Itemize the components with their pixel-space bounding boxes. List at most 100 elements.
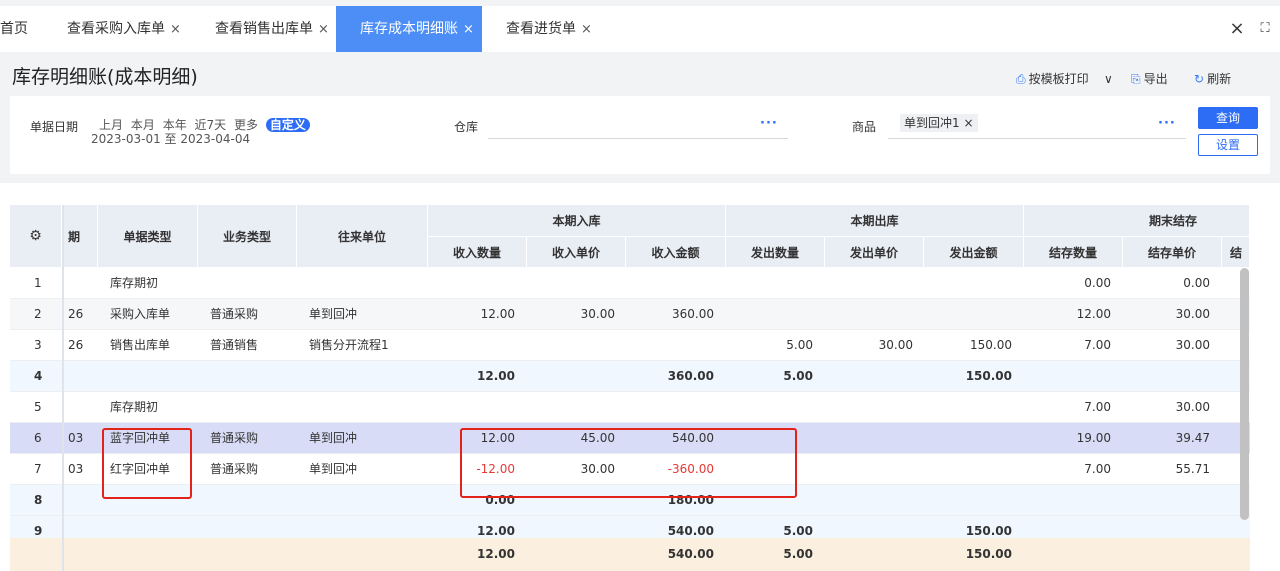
date-range-value[interactable]: 2023-03-01 至 2023-04-04 xyxy=(91,130,250,147)
cell-end-qty: 19.00 xyxy=(1076,431,1111,445)
cell-out-price xyxy=(825,423,913,453)
warehouse-more-icon[interactable]: ··· xyxy=(760,116,778,131)
col-in-amount: 收入金额 xyxy=(626,237,726,268)
cell-doc-type: 销售出库单 xyxy=(110,338,171,352)
cell-out-amount xyxy=(924,423,1012,453)
export-icon: ⎘ xyxy=(1131,72,1141,86)
table-row[interactable]: 3 26 销售出库单 普通销售 销售分开流程1 5.00 30.00 150.00 7.00 30… xyxy=(10,330,1250,361)
tab-strip xyxy=(0,6,1280,52)
cell-biz-type xyxy=(198,485,297,515)
tab-label: 查看进货单 xyxy=(506,21,576,37)
cell-partner: 单到回冲 xyxy=(309,462,358,476)
cell-out-price xyxy=(825,268,913,298)
cell-partner xyxy=(297,361,428,391)
warehouse-input[interactable] xyxy=(488,138,788,139)
col-end-price: 结存单价 xyxy=(1123,237,1222,268)
close-icon[interactable]: × xyxy=(581,22,592,37)
subtotal-row[interactable]: 4 12.00 360.00 5.00 150.00 xyxy=(10,361,1250,392)
tab-sales-outbound[interactable]: 查看销售出库单 × xyxy=(215,6,329,52)
tab-inventory-cost-ledger[interactable]: 库存成本明细账 × xyxy=(336,6,482,52)
cell-biz-type: 普通采购 xyxy=(210,462,259,476)
cell-in-qty: 12.00 xyxy=(477,369,515,383)
cell-in-qty: 12.00 xyxy=(480,307,515,321)
settings-button[interactable]: 设置 xyxy=(1198,134,1258,156)
tab-view-purchase[interactable]: 查看进货单 × xyxy=(506,6,592,52)
fullscreen-icon[interactable]: ⛶ xyxy=(1252,6,1278,52)
cell-partner xyxy=(297,485,428,515)
cell-partner xyxy=(297,268,428,298)
table-row[interactable]: 1 库存期初 0.00 0.00 xyxy=(10,268,1250,299)
cell-out-amount xyxy=(924,299,1012,329)
tab-bar: 首页 查看采购入库单 × 查看销售出库单 × 库存成本明细账 × 查看进货单 × × ⛶ xyxy=(0,0,1280,60)
date-option-custom[interactable]: 自定义 xyxy=(265,118,310,132)
tab-home[interactable]: 首页 xyxy=(0,6,28,52)
col-partner: 往来单位 xyxy=(297,205,428,268)
cell-out-price xyxy=(825,361,913,391)
cell-in-amount: 360.00 xyxy=(667,369,714,383)
cell-in-qty xyxy=(428,268,515,298)
tag-close-icon[interactable]: × xyxy=(963,116,973,130)
cell-out-qty: 5.00 xyxy=(786,338,813,352)
vertical-scrollbar[interactable] xyxy=(1240,268,1249,520)
date-label: 单据日期 xyxy=(30,120,79,134)
cell-in-qty xyxy=(428,392,515,422)
col-out-amount: 发出金额 xyxy=(924,237,1024,268)
cell-out-price xyxy=(825,454,913,484)
group-in: 本期入库 xyxy=(428,205,726,237)
col-end-qty: 结存数量 xyxy=(1024,237,1123,268)
frozen-column-divider xyxy=(62,205,64,571)
product-input[interactable] xyxy=(888,138,1186,139)
cell-end-price: 39.47 xyxy=(1175,431,1210,445)
close-icon[interactable]: × xyxy=(463,22,474,37)
cell-end-qty: 7.00 xyxy=(1084,462,1111,476)
cell-end-price: 30.00 xyxy=(1175,400,1210,414)
cell-out-amount: 150.00 xyxy=(965,369,1012,383)
export-label: 导出 xyxy=(1143,72,1168,86)
cell-in-price xyxy=(527,330,615,360)
refresh-icon: ↻ xyxy=(1194,72,1205,86)
cell-out-price xyxy=(825,299,913,329)
close-all-icon[interactable]: × xyxy=(1224,6,1250,52)
cell-doc-type: 采购入库单 xyxy=(110,307,171,321)
query-button[interactable]: 查询 xyxy=(1198,107,1258,129)
close-icon[interactable]: × xyxy=(170,22,181,37)
close-icon[interactable]: × xyxy=(318,22,329,37)
total-in-qty: 12.00 xyxy=(477,547,515,561)
cell-biz-type: 普通采购 xyxy=(210,307,259,321)
col-out-qty: 发出数量 xyxy=(726,237,825,268)
cell-biz-type: 普通销售 xyxy=(210,338,259,352)
printer-icon: ⎙ xyxy=(1016,72,1026,86)
cell-biz-type: 普通采购 xyxy=(210,431,259,445)
col-out-price: 发出单价 xyxy=(825,237,924,268)
tab-purchase-receipt[interactable]: 查看采购入库单 × xyxy=(67,6,181,52)
refresh-button[interactable]: ↻ 刷新 xyxy=(1194,70,1231,88)
cell-in-price xyxy=(527,268,615,298)
cell-partner: 单到回冲 xyxy=(309,431,358,445)
print-dropdown-icon[interactable]: ∨ xyxy=(1104,70,1113,88)
export-button[interactable]: ⎘ 导出 xyxy=(1131,70,1168,88)
cell-partner xyxy=(297,392,428,422)
highlight-in-values xyxy=(460,428,797,498)
total-out-qty: 5.00 xyxy=(783,547,813,561)
row-number: 2 xyxy=(34,307,42,321)
table-row[interactable]: 2 26 采购入库单 普通采购 单到回冲 12.00 30.00 360.00 12.00 30.… xyxy=(10,299,1250,330)
cell-out-price xyxy=(825,485,913,515)
cell-out-qty xyxy=(726,392,813,422)
print-template-button[interactable]: ⎙ 按模板打印 xyxy=(1016,70,1089,88)
column-settings-icon[interactable]: ⚙ xyxy=(10,205,62,268)
col-doc-type: 单据类型 xyxy=(98,205,198,268)
cell-biz-type xyxy=(198,361,297,391)
total-in-amount: 540.00 xyxy=(667,547,714,561)
product-tag-label: 单到回冲1 xyxy=(904,116,960,130)
table-row[interactable]: 5 库存期初 7.00 30.00 xyxy=(10,392,1250,423)
cell-date: 03 xyxy=(68,462,84,476)
col-end-amount: 结 xyxy=(1222,237,1250,268)
product-more-icon[interactable]: ··· xyxy=(1158,116,1176,131)
cell-end-qty xyxy=(1024,485,1111,515)
total-out-amount: 150.00 xyxy=(965,547,1012,561)
row-number: 3 xyxy=(34,338,42,352)
cell-doc-type: 库存期初 xyxy=(110,400,159,414)
cell-in-amount xyxy=(626,268,714,298)
cell-in-amount xyxy=(626,330,714,360)
cell-in-price xyxy=(527,392,615,422)
